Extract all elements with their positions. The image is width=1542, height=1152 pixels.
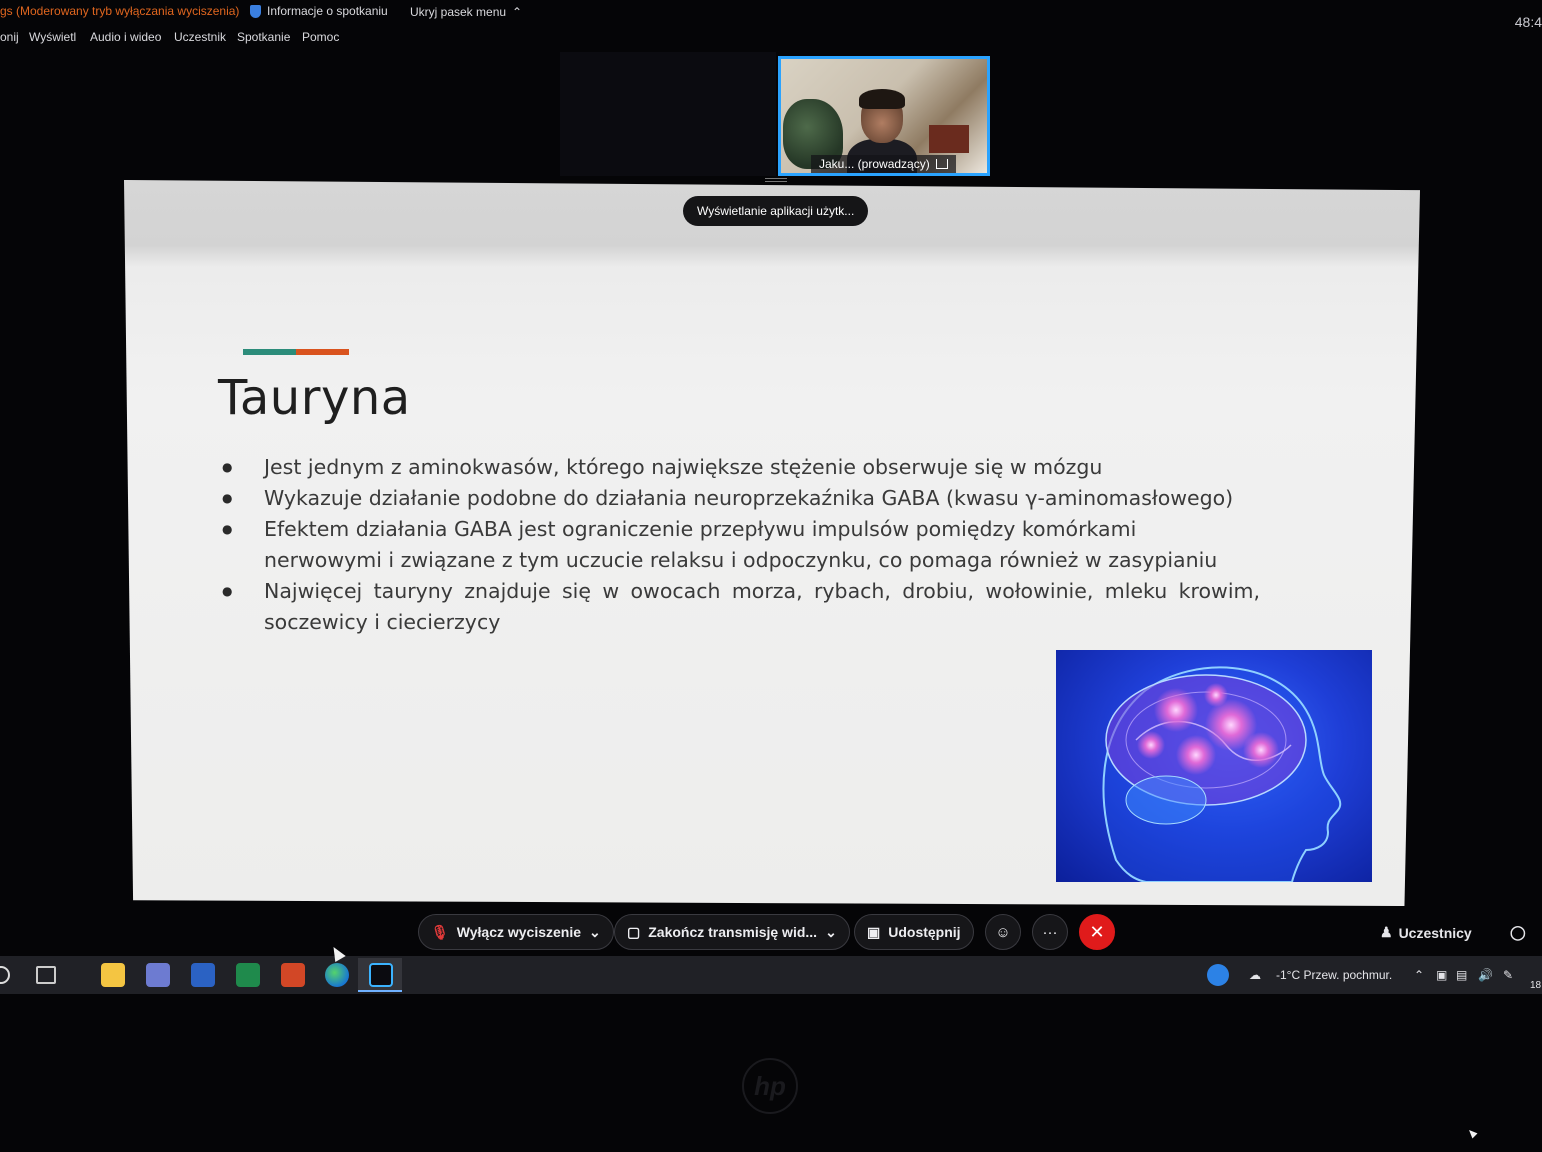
camera-icon[interactable]: ▣ [1436, 968, 1447, 982]
clock-readout: 48:4 [1514, 14, 1542, 30]
stop-video-label: Zakończ transmisję wid... [648, 924, 818, 940]
weather-readout[interactable]: -1°C Przew. pochmur. [1276, 968, 1392, 982]
powerpoint-icon[interactable] [281, 963, 305, 987]
mic-off-icon: 🎙 [431, 923, 449, 940]
sharing-status-pill[interactable]: Wyświetlanie aplikacji użytk... [683, 196, 869, 226]
network-icon[interactable]: ▤ [1456, 968, 1467, 982]
slide-bullet: Najwięcej tauryny znajduje się w owocach… [220, 576, 1260, 638]
pen-icon[interactable]: ✎ [1503, 968, 1513, 982]
volume-icon[interactable]: 🔊 [1478, 968, 1493, 982]
slide-title: Tauryna [218, 370, 411, 426]
edge-icon[interactable] [325, 963, 349, 987]
stop-video-button[interactable]: ▢ Zakończ transmisję wid... ⌄ [614, 914, 850, 950]
file-explorer-icon[interactable] [101, 963, 125, 987]
participant-name-label: Jaku... (prowadzący) [811, 155, 956, 173]
webex-icon[interactable] [369, 963, 393, 987]
menu-item-audio-video[interactable]: Audio i wideo [90, 30, 161, 44]
share-screen-icon: ▣ [867, 923, 881, 940]
video-strip [560, 52, 776, 176]
unmute-button[interactable]: 🎙 Wyłącz wyciszenie ⌄ [418, 914, 614, 950]
hp-logo-icon: hp [742, 1058, 798, 1114]
mouse-cursor-icon [1466, 1127, 1478, 1139]
brain-image [1056, 650, 1372, 882]
weather-icon: ☁ [1249, 968, 1261, 982]
task-view-icon[interactable] [36, 966, 56, 984]
meeting-info-button[interactable]: Informacje o spotkaniu [250, 4, 388, 18]
menu-item-participant[interactable]: Uczestnik [174, 30, 226, 44]
search-icon[interactable] [0, 966, 10, 984]
chevron-up-icon[interactable]: ⌃ [1414, 968, 1424, 982]
slide-bullet: Jest jednym z aminokwasów, którego najwi… [220, 452, 1260, 483]
participant-video-tile[interactable]: Jaku... (prowadzący) [778, 56, 990, 176]
tray-date[interactable]: 18 [1530, 980, 1541, 991]
store-icon[interactable] [146, 963, 170, 987]
shield-icon [250, 4, 261, 18]
meeting-controls: 🎙 Wyłącz wyciszenie ⌄ ▢ Zakończ transmis… [0, 908, 1542, 958]
smiley-icon: ☺ [995, 923, 1011, 941]
more-options-button[interactable]: ··· [1032, 914, 1068, 950]
meeting-info-label: Informacje o spotkaniu [267, 4, 388, 18]
menu-item-help[interactable]: Pomoc [302, 30, 339, 44]
chevron-down-icon[interactable]: ⌄ [589, 924, 601, 941]
slide-bullet: Wykazuje działanie podobne do działania … [220, 483, 1260, 514]
slide-bullet: Efektem działania GABA jest ograniczenie… [220, 514, 1260, 576]
hide-menu-button[interactable]: Ukryj pasek menu ⌃ [410, 5, 522, 19]
share-button[interactable]: ▣ Udostępnij [854, 914, 974, 950]
meeting-top-bar: gs (Moderowany tryb wyłączania wyciszeni… [0, 0, 1542, 30]
unmute-label: Wyłącz wyciszenie [456, 924, 582, 940]
participants-label: Uczestnicy [1398, 924, 1472, 941]
menu-item-view[interactable]: Wyświetl [29, 30, 76, 44]
participant-name: Jaku... (prowadzący) [819, 157, 930, 171]
hide-menu-label: Ukryj pasek menu [410, 5, 507, 19]
reactions-button[interactable]: ☺ [985, 914, 1021, 950]
moderated-mode-label: gs (Moderowany tryb wyłączania wyciszeni… [0, 4, 240, 18]
share-label: Udostępnij [888, 924, 961, 940]
title-accent-orange [296, 349, 349, 355]
person-icon: ♟ [1380, 924, 1393, 940]
more-icon: ··· [1042, 923, 1058, 941]
end-call-button[interactable]: ✕ [1079, 914, 1115, 950]
chat-button[interactable]: ◯ [1510, 924, 1526, 941]
chevron-down-icon[interactable]: ⌄ [825, 924, 837, 941]
word-icon[interactable] [191, 963, 215, 987]
close-icon: ✕ [1089, 921, 1105, 942]
help-icon[interactable] [1207, 964, 1229, 986]
windows-taskbar: ☁ -1°C Przew. pochmur. ⌃ ▣ ▤ 🔊 ✎ 18 [0, 956, 1542, 994]
video-camera-icon: ▢ [627, 923, 641, 940]
menu-item-meeting[interactable]: Spotkanie [237, 30, 290, 44]
sharing-icon [935, 159, 948, 169]
chat-icon: ◯ [1510, 924, 1526, 940]
title-accent-teal [243, 349, 297, 355]
participants-button[interactable]: ♟ Uczestnicy [1380, 924, 1472, 941]
resize-grip[interactable] [765, 178, 787, 182]
menu-item-edit[interactable]: onij [0, 30, 19, 44]
slide-bullet-list: Jest jednym z aminokwasów, którego najwi… [220, 452, 1260, 638]
background-shelf [929, 125, 969, 153]
excel-icon[interactable] [236, 963, 260, 987]
chevron-up-icon: ⌃ [512, 5, 523, 19]
